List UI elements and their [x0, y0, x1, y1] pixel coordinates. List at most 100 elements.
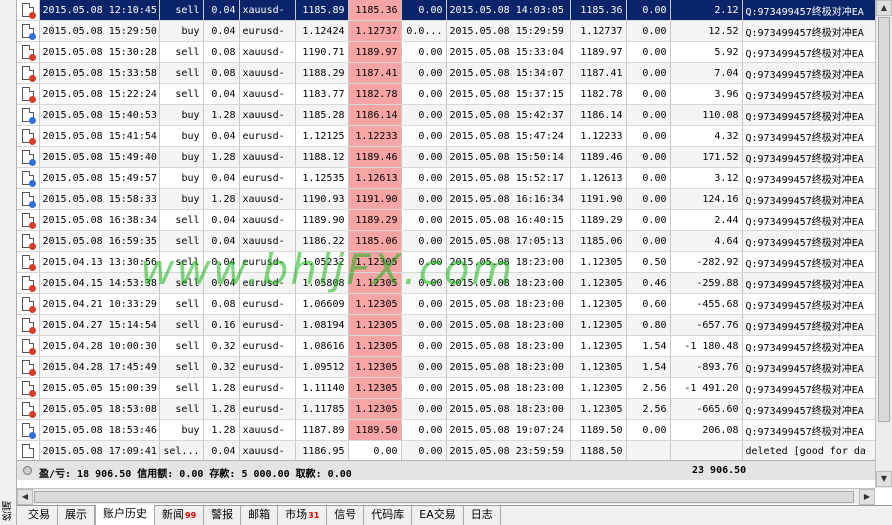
- table-row[interactable]: 2015.05.08 15:41:54 buy 0.04 eurusd- 1.12125…: [17, 125, 875, 147]
- table-row[interactable]: 2015.05.08 17:09:41 sel... 0.04 xauusd- 1186…: [17, 440, 875, 460]
- arrow-left-icon[interactable]: ◀: [17, 489, 33, 505]
- comment-cell: Q:973499457终极对冲EA: [742, 0, 875, 21]
- open-price-cell: 1.05232: [295, 251, 349, 273]
- sl-cell: 0.00: [401, 41, 447, 63]
- order-document-icon: [21, 129, 36, 145]
- table-row[interactable]: 2015.05.08 16:38:34 sell 0.04 xauusd- 1189.9…: [17, 209, 875, 231]
- market-price-cell: 1186.14: [570, 104, 627, 126]
- tab-7[interactable]: 信号: [327, 506, 365, 525]
- tab-badge: 31: [308, 511, 320, 520]
- terminal-side-strip[interactable]: 终端: [0, 0, 17, 525]
- order-document-icon: [21, 423, 36, 439]
- close-time-cell: 2015.05.08 18:23:00: [446, 398, 571, 420]
- order-document-icon: [21, 213, 36, 229]
- table-row[interactable]: 2015.05.05 15:00:39 sell 1.28 eurusd- 1.1114…: [17, 377, 875, 399]
- size-cell: 0.08: [203, 41, 240, 63]
- tab-2[interactable]: 账户历史: [95, 505, 155, 525]
- open-time-cell: 2015.05.08 16:38:34: [39, 209, 160, 231]
- size-cell: 1.28: [203, 146, 240, 168]
- tab-8[interactable]: 代码库: [364, 506, 413, 525]
- table-row[interactable]: 2015.05.05 18:53:08 sell 1.28 eurusd- 1.1178…: [17, 398, 875, 420]
- sl-cell: 0.00: [401, 188, 447, 210]
- sell-dot-icon: [28, 12, 36, 19]
- type-cell: sell: [159, 314, 204, 336]
- close-price-cell: 1.12305: [348, 251, 402, 273]
- table-row[interactable]: 2015.05.08 15:29:50 buy 0.04 eurusd- 1.12424…: [17, 20, 875, 42]
- balance-total: 23 906.50: [692, 465, 747, 476]
- size-cell: 1.28: [203, 398, 240, 420]
- table-row[interactable]: 2015.05.08 18:53:46 buy 1.28 xauusd- 1187.89…: [17, 419, 875, 441]
- row-icon-cell: [17, 251, 40, 273]
- open-time-cell: 2015.05.05 18:53:08: [39, 398, 160, 420]
- horizontal-scroll-thumb[interactable]: [34, 491, 854, 503]
- market-price-cell: 1182.78: [570, 83, 627, 105]
- tab-3[interactable]: 新闻99: [155, 506, 205, 525]
- market-price-cell: 1.12305: [570, 335, 627, 357]
- row-icon-cell: [17, 188, 40, 210]
- market-price-cell: 1185.36: [570, 0, 627, 21]
- comment-cell: Q:973499457终极对冲EA: [742, 209, 875, 231]
- tab-1[interactable]: 展示: [58, 506, 95, 525]
- tab-4[interactable]: 警报: [204, 506, 242, 525]
- table-row[interactable]: 2015.05.08 15:33:58 sell 0.08 xauusd- 1188.2…: [17, 62, 875, 84]
- balance-summary-row[interactable]: 盈/亏: 18 906.50 信用额: 0.00 存款: 5 000.00 取款…: [17, 460, 875, 480]
- table-row[interactable]: 2015.05.08 15:22:24 sell 0.04 xauusd- 1183.7…: [17, 83, 875, 105]
- table-row[interactable]: 2015.05.08 12:10:45 sell 0.04 xauusd- 1185.8…: [17, 0, 875, 21]
- arrow-down-icon[interactable]: ▼: [876, 471, 892, 487]
- tab-label: 市场: [285, 508, 308, 521]
- horizontal-scrollbar[interactable]: ◀ ▶: [17, 488, 875, 505]
- table-row[interactable]: 2015.05.08 15:49:40 buy 1.28 xauusd- 1188.12…: [17, 146, 875, 168]
- table-row[interactable]: 2015.05.08 16:59:35 sell 0.04 xauusd- 1186.2…: [17, 230, 875, 252]
- close-time-cell: 2015.05.08 15:42:37: [446, 104, 571, 126]
- arrow-up-icon[interactable]: ▲: [876, 0, 892, 16]
- table-row[interactable]: 2015.05.08 15:30:28 sell 0.08 xauusd- 1190.7…: [17, 41, 875, 63]
- type-cell: sell: [159, 209, 204, 231]
- tab-5[interactable]: 邮箱: [241, 506, 279, 525]
- table-row[interactable]: 2015.04.28 17:45:49 sell 0.32 eurusd- 1.0951…: [17, 356, 875, 378]
- arrow-right-icon[interactable]: ▶: [859, 489, 875, 505]
- close-time-cell: 2015.05.08 18:23:00: [446, 251, 571, 273]
- close-price-cell: 1189.50: [348, 419, 402, 441]
- tab-6[interactable]: 市场31: [278, 506, 328, 525]
- symbol-cell: eurusd-: [239, 20, 296, 42]
- close-time-cell: 2015.05.08 15:33:04: [446, 41, 571, 63]
- order-document-icon: [21, 108, 36, 124]
- market-price-cell: 1188.50: [570, 440, 627, 460]
- open-price-cell: 1190.93: [295, 188, 349, 210]
- table-row[interactable]: 2015.05.08 15:58:33 buy 1.28 xauusd- 1190.93…: [17, 188, 875, 210]
- open-time-cell: 2015.05.08 15:41:54: [39, 125, 160, 147]
- symbol-cell: eurusd-: [239, 125, 296, 147]
- symbol-cell: xauusd-: [239, 0, 296, 21]
- table-row[interactable]: 2015.04.27 15:14:54 sell 0.16 eurusd- 1.0819…: [17, 314, 875, 336]
- profit-cell: -455.68: [670, 293, 743, 315]
- symbol-cell: xauusd-: [239, 62, 296, 84]
- size-cell: 0.04: [203, 125, 240, 147]
- profit-cell: 5.92: [670, 41, 743, 63]
- table-row[interactable]: 2015.04.28 10:00:30 sell 0.32 eurusd- 1.0861…: [17, 335, 875, 357]
- size-cell: 0.04: [203, 230, 240, 252]
- symbol-cell: eurusd-: [239, 167, 296, 189]
- tab-9[interactable]: EA交易: [412, 506, 464, 525]
- type-cell: sell: [159, 272, 204, 294]
- table-row[interactable]: 2015.05.08 15:40:53 buy 1.28 xauusd- 1185.28…: [17, 104, 875, 126]
- row-icon-cell: [17, 230, 40, 252]
- table-row[interactable]: 2015.05.08 15:49:57 buy 0.04 eurusd- 1.12535…: [17, 167, 875, 189]
- row-icon-cell: [17, 419, 40, 441]
- open-price-cell: 1.12424: [295, 20, 349, 42]
- close-price-cell: 1189.29: [348, 209, 402, 231]
- tab-0[interactable]: 交易: [21, 506, 58, 525]
- market-price-cell: 1185.06: [570, 230, 627, 252]
- vertical-scroll-thumb[interactable]: [878, 17, 890, 422]
- vertical-scrollbar[interactable]: ▲ ▼: [875, 0, 892, 488]
- tab-label: 代码库: [371, 508, 405, 521]
- commission-cell: 0.00: [626, 104, 671, 126]
- table-row[interactable]: 2015.04.21 10:33:29 sell 0.08 eurusd- 1.0660…: [17, 293, 875, 315]
- open-time-cell: 2015.05.08 15:49:57: [39, 167, 160, 189]
- table-row[interactable]: 2015.04.15 14:53:38 sell 0.04 eurusd- 1.0580…: [17, 272, 875, 294]
- tab-10[interactable]: 日志: [464, 506, 501, 525]
- sell-dot-icon: [28, 75, 36, 82]
- table-row[interactable]: 2015.04.13 13:30:56 sell 0.04 eurusd- 1.0523…: [17, 251, 875, 273]
- symbol-cell: eurusd-: [239, 356, 296, 378]
- close-price-cell: 1.12305: [348, 335, 402, 357]
- close-time-cell: 2015.05.08 15:52:17: [446, 167, 571, 189]
